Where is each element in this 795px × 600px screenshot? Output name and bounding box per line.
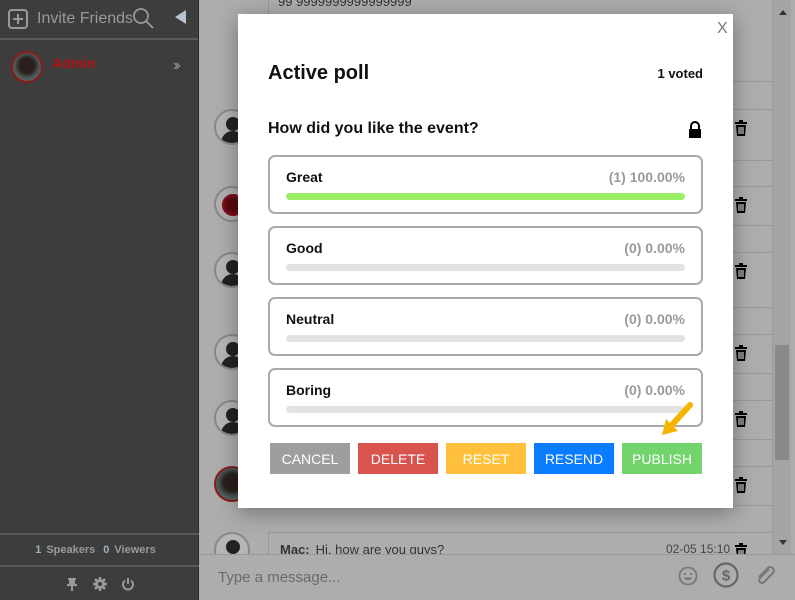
poll-option[interactable]: Boring (0) 0.00%: [268, 368, 703, 427]
viewers-label: Viewers: [114, 544, 156, 556]
trash-icon[interactable]: [734, 477, 748, 493]
poll-question: How did you like the event?: [268, 120, 479, 137]
paperclip-icon[interactable]: [754, 564, 776, 586]
option-result: (0) 0.00%: [624, 382, 685, 398]
voted-count: 1 voted: [657, 66, 703, 81]
gear-icon[interactable]: [92, 577, 107, 591]
option-label: Neutral: [286, 311, 335, 327]
reset-button[interactable]: RESET: [446, 443, 526, 474]
speakers-count: 1: [35, 544, 42, 556]
option-progress-bar: [286, 264, 685, 271]
publish-button[interactable]: PUBLISH: [622, 443, 702, 474]
chevron-double-right-icon[interactable]: ››: [173, 57, 180, 75]
option-result: (0) 0.00%: [624, 311, 685, 327]
option-progress-bar: [286, 406, 685, 413]
scroll-thumb[interactable]: [775, 345, 789, 460]
poll-actions: CANCEL DELETE RESET RESEND PUBLISH: [270, 443, 702, 474]
participant-stats: 1 Speakers 0 Viewers: [0, 533, 199, 567]
chat-scrollbar[interactable]: [772, 0, 791, 554]
message-text: 99 9999999999999999: [278, 0, 412, 9]
lock-icon[interactable]: [687, 121, 703, 139]
option-result: (0) 0.00%: [624, 240, 685, 256]
option-label: Good: [286, 240, 323, 256]
trash-icon[interactable]: [734, 345, 748, 361]
poll-modal: X Active poll 1 voted How did you like t…: [238, 14, 733, 508]
pointer-arrow-icon: [662, 402, 693, 435]
delete-button[interactable]: DELETE: [358, 443, 438, 474]
add-icon[interactable]: [8, 9, 28, 29]
option-label: Boring: [286, 382, 332, 398]
message-input[interactable]: [218, 565, 638, 589]
avatar: [11, 51, 43, 83]
poll-option[interactable]: Great (1) 100.00%: [268, 155, 703, 214]
trash-icon[interactable]: [734, 263, 748, 279]
emoji-icon[interactable]: [678, 566, 698, 586]
option-progress-fill: [286, 193, 685, 200]
sidebar-header: Invite Friends: [0, 0, 198, 40]
sidebar-toolbar: [0, 568, 199, 600]
poll-option[interactable]: Neutral (0) 0.00%: [268, 297, 703, 356]
option-result: (1) 100.00%: [608, 169, 685, 185]
dollar-icon[interactable]: $: [713, 562, 739, 588]
close-icon[interactable]: X: [717, 20, 728, 38]
message-composer: $: [200, 554, 795, 600]
collapse-sidebar-icon[interactable]: [175, 10, 186, 24]
svg-text:$: $: [722, 568, 731, 585]
pin-icon[interactable]: [65, 577, 79, 591]
poll-title: Active poll: [268, 62, 370, 84]
trash-icon[interactable]: [734, 411, 748, 427]
power-icon[interactable]: [121, 577, 135, 591]
user-name[interactable]: Admin: [52, 55, 96, 71]
resend-button[interactable]: RESEND: [534, 443, 614, 474]
invite-friends-link[interactable]: Invite Friends: [37, 10, 133, 28]
search-icon[interactable]: [132, 7, 154, 29]
trash-icon[interactable]: [734, 120, 748, 136]
scroll-down-icon[interactable]: [779, 540, 787, 545]
cancel-button[interactable]: CANCEL: [270, 443, 350, 474]
scroll-up-icon[interactable]: [779, 10, 787, 15]
option-label: Great: [286, 169, 323, 185]
option-progress-bar: [286, 335, 685, 342]
viewers-count: 0: [103, 544, 110, 556]
trash-icon[interactable]: [734, 197, 748, 213]
poll-option[interactable]: Good (0) 0.00%: [268, 226, 703, 285]
option-progress-bar: [286, 193, 685, 200]
sidebar: Invite Friends Admin ›› 1 Speakers 0 Vie…: [0, 0, 199, 600]
speakers-label: Speakers: [46, 544, 96, 556]
